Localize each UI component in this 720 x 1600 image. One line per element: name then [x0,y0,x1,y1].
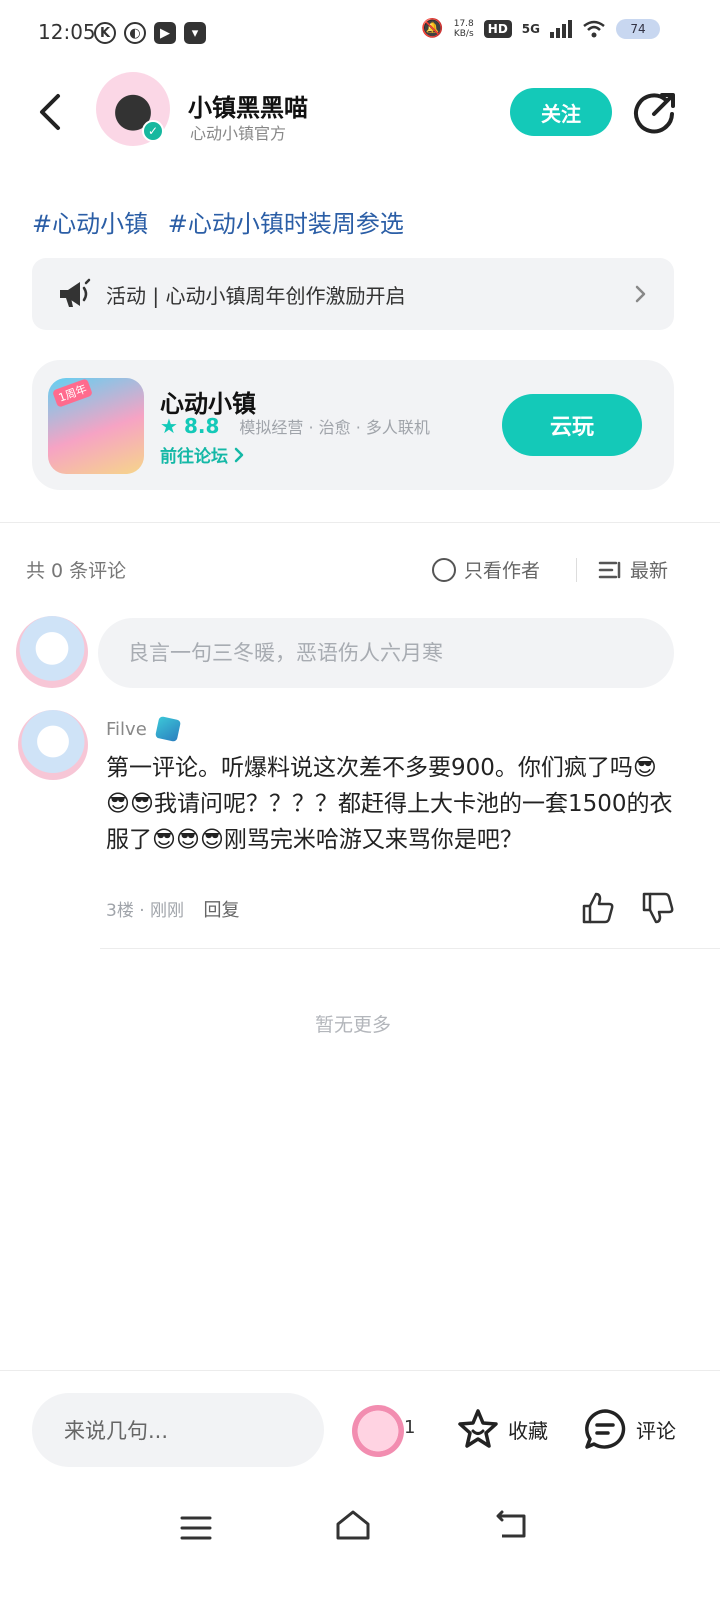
video-app-icon: ▶ [154,22,176,44]
comment-button[interactable]: 评论 [582,1407,676,1451]
hashtag-link[interactable]: #心动小镇时装周参选 [168,210,404,238]
status-notification-icons: K ◐ ▶ ▾ [94,22,206,44]
battery-icon: 74 [616,18,660,39]
divider [576,558,577,582]
favorite-label: 收藏 [508,1418,548,1443]
author-only-label: 只看作者 [464,560,541,582]
my-avatar [16,616,88,688]
sort-label: 最新 [630,560,669,582]
net-speed: 17.8 KB/s [453,18,474,39]
system-nav-bar [0,1498,720,1600]
anniversary-tag: 1周年 [52,378,93,408]
game-rating: 8.8 [183,414,220,438]
comment-avatar[interactable] [18,710,88,780]
favorite-button[interactable]: 收藏 [456,1407,548,1451]
sticker-count: 1 [404,1417,416,1438]
back-arrow-icon[interactable] [32,90,72,134]
network-type: 5G [521,21,540,36]
cloud-play-button[interactable]: 云玩 [502,394,642,456]
hashtag-link[interactable]: #心动小镇 [32,210,148,238]
wifi-icon [583,20,605,37]
comment-time: 刚刚 [150,901,185,921]
comment-footer: 3楼 · 刚刚 回复 [106,900,240,921]
home-icon[interactable] [334,1508,372,1542]
comment-count: 共 0 条评论 [26,560,127,582]
status-right: 🔕 17.8 KB/s HD 5G 74 [421,18,660,39]
megaphone-icon [60,278,91,307]
game-icon[interactable]: 1周年 [48,378,144,474]
thumbs-up-icon[interactable] [580,890,616,926]
mail-app-icon: ▾ [184,22,206,44]
divider [0,522,720,523]
chevron-right-icon [234,447,244,462]
say-something-input[interactable]: 来说几句... [32,1393,324,1467]
star-outline-icon [458,1409,498,1448]
divider [100,948,720,949]
comment-user-row: Filve [106,715,181,743]
thumbs-down-icon[interactable] [640,890,676,926]
follow-button[interactable]: 关注 [510,88,612,136]
author-only-toggle[interactable]: 只看作者 [432,556,540,583]
comment-input[interactable] [98,618,674,688]
bottom-action-bar: 来说几句... 1 收藏 评论 [0,1370,720,1498]
forum-link[interactable]: 前往论坛 [160,442,246,467]
comments-meta: 共 0 条评论 只看作者 最新 [26,556,674,584]
sticker-avatar[interactable] [352,1405,404,1457]
comment-label: 评论 [636,1418,676,1443]
forum-link-label: 前往论坛 [160,447,228,467]
game-rating-row: ★ 8.8 模拟经营 · 治愈 · 多人联机 [160,414,430,438]
post-header: ✓ 小镇黑黑喵 心动小镇官方 关注 [0,64,720,160]
game-tags: 模拟经营 · 治愈 · 多人联机 [239,418,430,437]
sort-button[interactable]: 最新 [598,556,668,583]
account-subtitle: 心动小镇官方 [190,124,287,143]
comment-username[interactable]: Filve [106,719,147,740]
chevron-right-icon [635,285,646,303]
reply-button[interactable]: 回复 [203,900,239,921]
account-name[interactable]: 小镇黑黑喵 [188,88,308,123]
status-time: 12:05 [38,20,96,44]
post-hashtags: #心动小镇 #心动小镇时装周参选 [32,204,416,239]
no-more-text: 暂无更多 [314,1014,391,1036]
k-app-icon: K [94,22,116,44]
leaf-app-icon: ◐ [124,22,146,44]
nav-back-icon[interactable] [494,1510,528,1540]
comment-text: 第一评论。听爆料说这次差不多要900。你们疯了吗😎😎😎我请问呢？？？？都赶得上大… [106,755,673,853]
user-badge-icon [154,715,181,743]
share-icon[interactable] [632,90,678,136]
verified-check-icon: ✓ [142,120,164,142]
activity-banner[interactable]: 活动 | 心动小镇周年创作激励开启 [32,258,674,330]
status-bar: 12:05 K ◐ ▶ ▾ 🔕 17.8 KB/s HD 5G 74 [0,0,720,64]
mute-bell-icon: 🔕 [421,18,444,39]
recent-apps-icon[interactable] [180,1514,212,1542]
game-card[interactable]: 1周年 心动小镇 ★ 8.8 模拟经营 · 治愈 · 多人联机 前往论坛 云玩 [32,360,674,490]
chat-bubble-icon [585,1409,626,1449]
star-icon: ★ [160,414,178,438]
radio-icon [432,557,456,582]
signal-icon [550,19,572,38]
activity-text: 活动 | 心动小镇周年创作激励开启 [106,283,406,308]
hd-badge: HD [483,19,512,38]
comment-floor: 3楼 [106,901,134,921]
sort-lines-icon [598,561,621,578]
